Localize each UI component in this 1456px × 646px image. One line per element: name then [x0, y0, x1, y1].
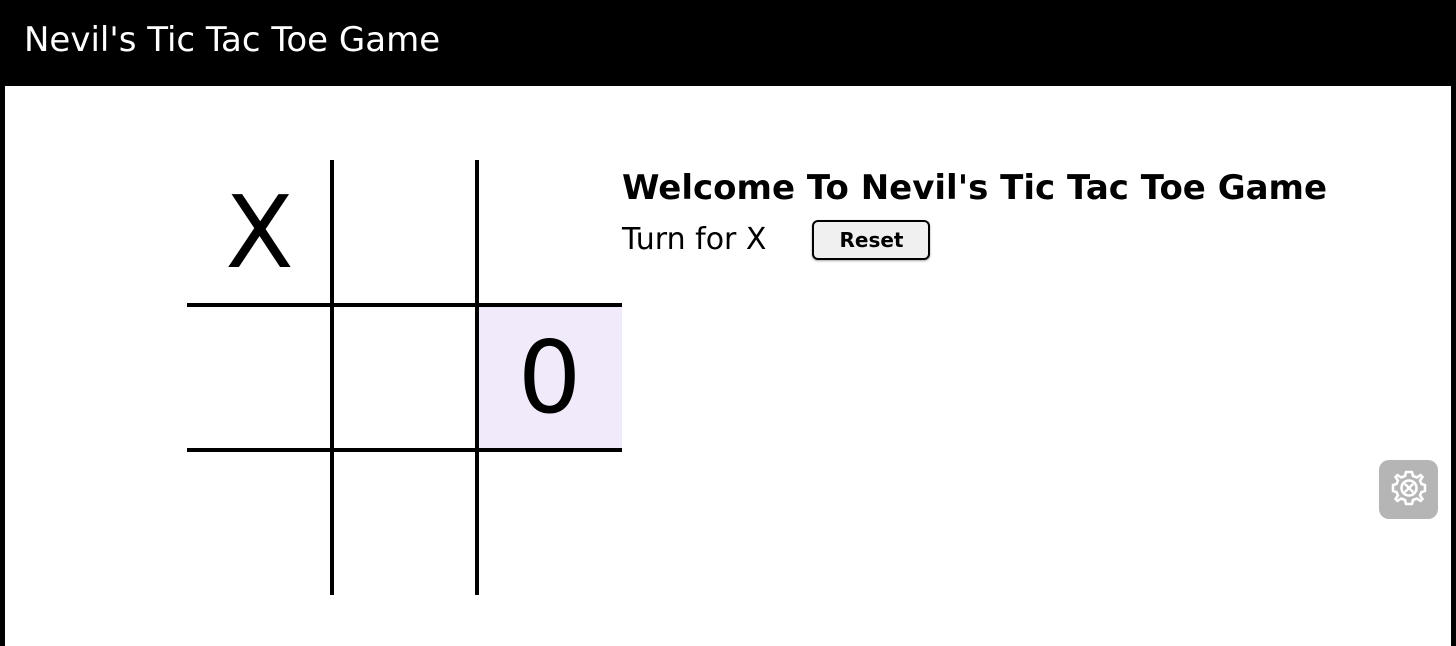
- window-title: Nevil's Tic Tac Toe Game: [24, 20, 441, 60]
- board-cell-8[interactable]: [477, 450, 622, 595]
- board-cell-1[interactable]: [332, 160, 477, 305]
- title-bar: Nevil's Tic Tac Toe Game: [0, 0, 1456, 86]
- board-grid-line-horizontal-2: [187, 448, 622, 452]
- board-cell-5[interactable]: 0: [477, 305, 622, 450]
- board-cell-6[interactable]: [187, 450, 332, 595]
- board-cell-7[interactable]: [332, 450, 477, 595]
- welcome-heading: Welcome To Nevil's Tic Tac Toe Game: [622, 168, 1328, 208]
- reset-button[interactable]: Reset: [812, 220, 931, 260]
- game-board: X 0: [187, 160, 622, 595]
- board-grid-line-vertical-2: [475, 160, 479, 595]
- turn-row: Turn for X Reset: [622, 220, 931, 260]
- game-info-panel: Welcome To Nevil's Tic Tac Toe Game Turn…: [622, 164, 1328, 260]
- board-cell-2[interactable]: [477, 160, 622, 305]
- board-cell-0[interactable]: X: [187, 160, 332, 305]
- gear-icon: [1389, 468, 1429, 512]
- board-grid-line-vertical-1: [330, 160, 334, 595]
- board-grid-line-horizontal-1: [187, 303, 622, 307]
- board-cell-3[interactable]: [187, 305, 332, 450]
- turn-indicator: Turn for X: [622, 222, 767, 257]
- floating-settings-button[interactable]: [1379, 460, 1438, 519]
- game-page: X 0 Welcome To Nevil's Tic Tac Toe Game …: [5, 86, 1451, 646]
- board-cell-4[interactable]: [332, 305, 477, 450]
